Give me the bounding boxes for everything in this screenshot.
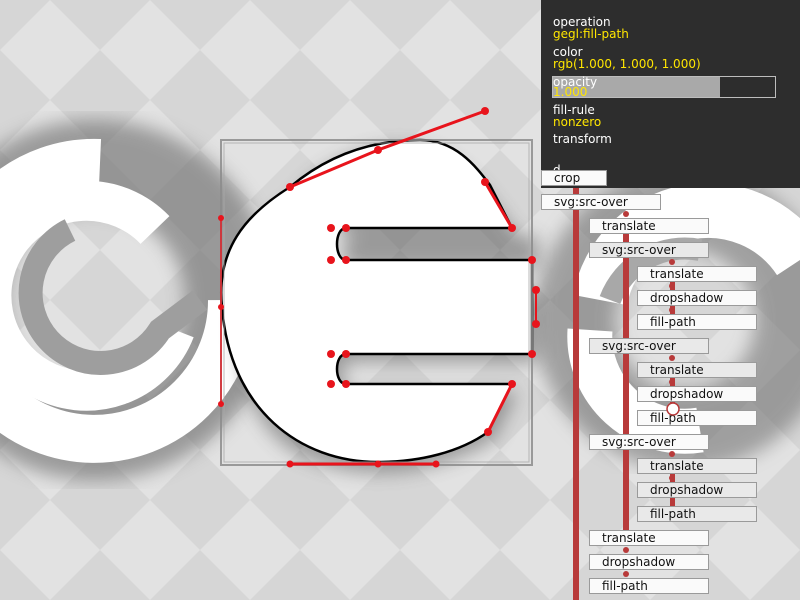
- transform-label[interactable]: transform: [553, 133, 612, 146]
- operation-value[interactable]: gegl:fill-path: [553, 28, 629, 41]
- node-translate[interactable]: translate: [637, 362, 757, 378]
- node-dropshadow[interactable]: dropshadow: [637, 386, 757, 402]
- node-fill-path[interactable]: fill-path: [589, 578, 709, 594]
- node-svg-src-over[interactable]: svg:src-over: [589, 434, 709, 450]
- color-value[interactable]: rgb(1.000, 1.000, 1.000): [553, 58, 701, 71]
- node-translate[interactable]: translate: [589, 218, 709, 234]
- node-crop[interactable]: crop: [541, 170, 607, 186]
- node-dropshadow[interactable]: dropshadow: [637, 290, 757, 306]
- node-fill-path[interactable]: fill-path: [637, 506, 757, 522]
- node-translate[interactable]: translate: [637, 458, 757, 474]
- node-svg-src-over[interactable]: svg:src-over: [589, 338, 709, 354]
- node-fill-path[interactable]: fill-path: [637, 314, 757, 330]
- opacity-value: 1.000: [553, 85, 588, 99]
- node-svg-src-over[interactable]: svg:src-over: [589, 242, 709, 258]
- fill-rule-value[interactable]: nonzero: [553, 116, 601, 129]
- node-svg-src-over[interactable]: svg:src-over: [541, 194, 661, 210]
- node-dropshadow[interactable]: dropshadow: [589, 554, 709, 570]
- node-fill-path[interactable]: fill-path: [637, 410, 757, 426]
- properties-panel: operation gegl:fill-path color rgb(1.000…: [541, 0, 800, 188]
- node-translate[interactable]: translate: [637, 266, 757, 282]
- node-translate[interactable]: translate: [589, 530, 709, 546]
- node-dropshadow[interactable]: dropshadow: [637, 482, 757, 498]
